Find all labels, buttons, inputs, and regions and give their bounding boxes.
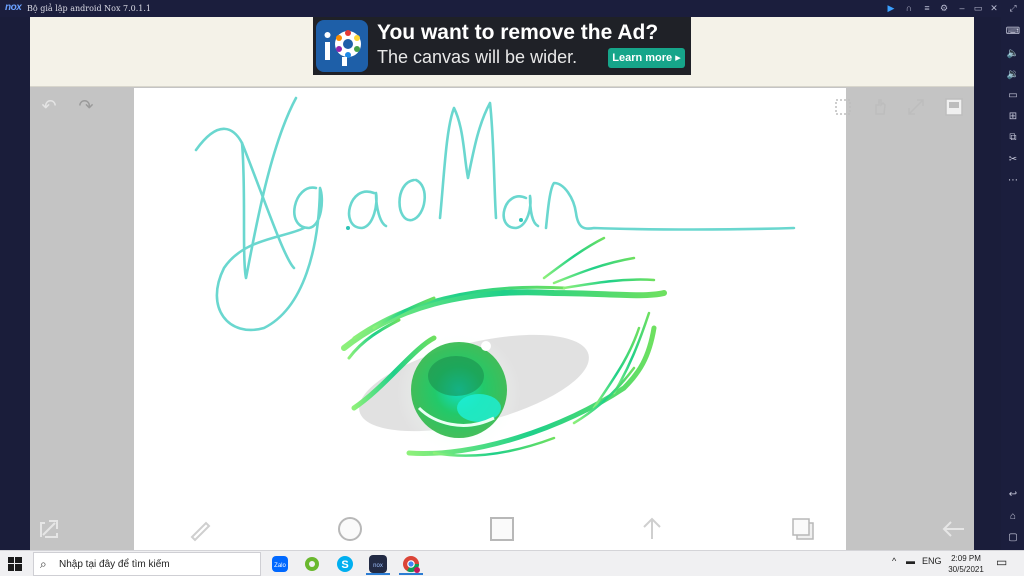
undo-icon[interactable]: ↶ (38, 97, 60, 115)
upload-arrow-icon[interactable] (638, 515, 666, 543)
reference-window-icon[interactable] (944, 97, 964, 117)
back-arrow-icon[interactable] (940, 515, 968, 543)
tool-selection-icon[interactable] (35, 515, 63, 543)
android-screen: You want to remove the Ad? The canvas wi… (30, 17, 974, 550)
home-icon[interactable]: ⌂ (1005, 509, 1021, 525)
taskbar-app-nox[interactable]: nox (364, 553, 392, 575)
redo-icon[interactable]: ↷ (75, 97, 97, 115)
play-icon[interactable]: ▶ (884, 2, 898, 15)
drawing-canvas[interactable] (134, 88, 846, 550)
taskbar-search[interactable]: ⌕ Nhập tại đây để tìm kiếm (33, 552, 261, 576)
recent-apps-icon[interactable]: ▢ (1005, 530, 1021, 546)
notifications-icon[interactable]: ▭ (996, 555, 1007, 569)
keyboard-icon[interactable]: ⌨ (1005, 24, 1021, 40)
svg-text:nox: nox (373, 563, 383, 569)
volume-up-icon[interactable]: 🔈 (1005, 46, 1021, 62)
taskbar-app-zalo[interactable]: Zalo (266, 553, 294, 575)
more-icon[interactable]: ⋯ (1005, 173, 1021, 189)
network-icon[interactable]: ▬ (906, 556, 915, 566)
language-indicator[interactable]: ENG (922, 556, 942, 566)
menu-icon[interactable]: ≡ (920, 2, 934, 15)
nox-logo: nox (5, 2, 22, 13)
taskbar-clock[interactable]: 2:09 PM 30/5/2021 (946, 553, 986, 575)
back-icon[interactable]: ↩ (1005, 487, 1021, 503)
hand-icon[interactable] (870, 97, 890, 117)
restore-icon[interactable]: ▭ (971, 2, 985, 15)
active-indicator (366, 573, 390, 575)
nox-app-icon: nox (369, 555, 387, 573)
layers-icon[interactable] (789, 515, 817, 543)
eye-drawing (341, 236, 667, 457)
taskbar-app-skype[interactable]: S (331, 553, 359, 575)
emulator-titlebar: nox Bộ giả lập android Nox 7.0.1.1 ▶ ∩ ≡… (0, 0, 1024, 17)
tray-chevron-icon[interactable]: ^ (892, 556, 896, 566)
color-circle-icon[interactable] (336, 515, 364, 543)
learn-more-label: Learn more (612, 52, 673, 64)
signature-dot (519, 218, 523, 222)
headset-icon[interactable]: ∩ (902, 2, 916, 15)
artwork (194, 96, 796, 457)
search-icon: ⌕ (40, 557, 47, 571)
learn-more-button[interactable]: Learn more ▸ (608, 48, 685, 68)
layer-square-icon[interactable] (488, 515, 516, 543)
add-apk-icon[interactable]: ⊞ (1005, 109, 1021, 125)
scissors-icon[interactable]: ✂ (1005, 152, 1021, 168)
greenshot-icon (305, 557, 319, 571)
multi-instance-icon[interactable]: ⧉ (1005, 130, 1021, 146)
selection-icon[interactable] (833, 97, 853, 117)
ad-subline: The canvas will be wider. (377, 47, 578, 67)
svg-text:S: S (341, 559, 348, 571)
taskbar-app-greenshot[interactable] (298, 553, 326, 575)
ad-headline: You want to remove the Ad? (377, 21, 659, 44)
clock-time: 2:09 PM (951, 554, 981, 563)
expand-icon[interactable]: ⤢ (1006, 2, 1020, 15)
volume-down-icon[interactable]: 🔉 (1005, 67, 1021, 83)
minimize-icon[interactable]: – (955, 2, 969, 15)
zalo-icon: Zalo (272, 556, 288, 572)
signature-dot (346, 226, 350, 230)
ibispaint-logo (316, 20, 368, 72)
active-indicator (399, 573, 423, 575)
screen-icon[interactable]: ▭ (1005, 88, 1021, 104)
emulator-sidebar: ⌨ 🔈 🔉 ▭ ⊞ ⧉ ✂ ⋯ ↩ ⌂ ▢ (1001, 17, 1024, 550)
transform-icon[interactable] (906, 97, 926, 117)
skype-icon: S (337, 556, 353, 572)
svg-text:Zalo: Zalo (274, 563, 286, 569)
taskbar-app-chrome[interactable] (397, 553, 425, 575)
brush-icon[interactable] (186, 515, 214, 543)
clock-date: 30/5/2021 (948, 565, 984, 574)
desktop: nox Bộ giả lập android Nox 7.0.1.1 ▶ ∩ ≡… (0, 0, 1024, 576)
close-icon[interactable]: ✕ (987, 2, 1001, 15)
settings-icon[interactable]: ⚙ (937, 2, 951, 15)
windows-start-icon[interactable] (8, 557, 22, 571)
windows-taskbar: ⌕ Nhập tại đây để tìm kiếm Zalo S nox ^ … (0, 550, 1024, 576)
search-input[interactable]: Nhập tại đây để tìm kiếm (59, 559, 170, 570)
window-title: Bộ giả lập android Nox 7.0.1.1 (27, 4, 151, 13)
chrome-icon (403, 556, 420, 573)
ad-banner[interactable]: You want to remove the Ad? The canvas wi… (313, 17, 691, 75)
ad-banner-area: You want to remove the Ad? The canvas wi… (30, 17, 974, 87)
